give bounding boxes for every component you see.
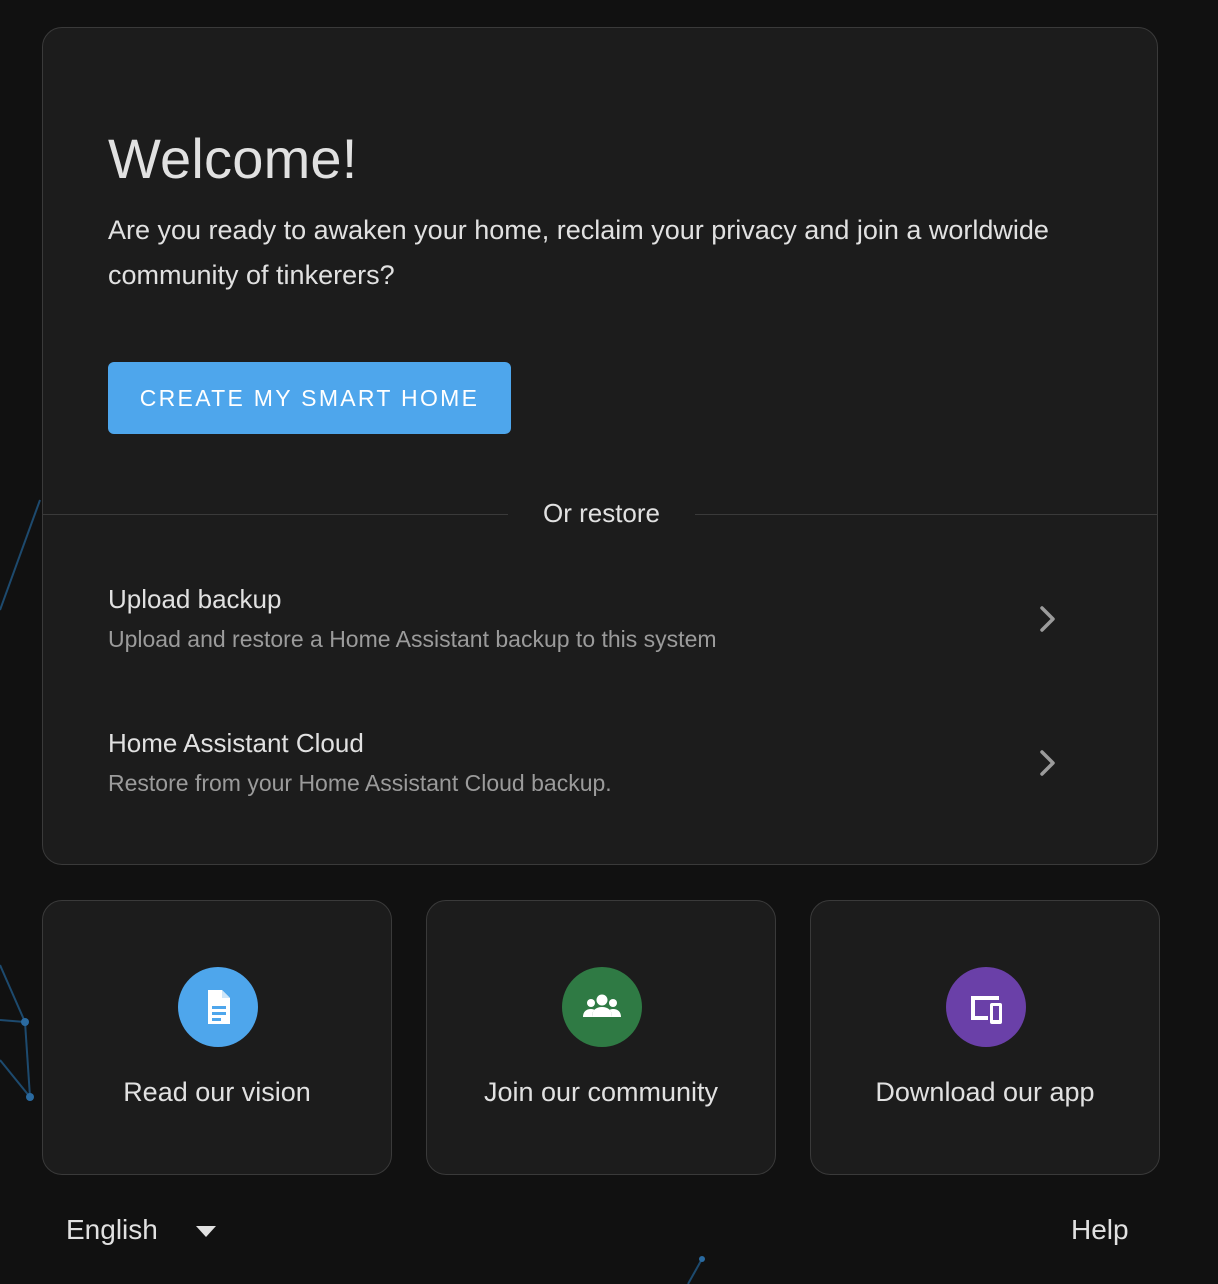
welcome-text: Are you ready to awaken your home, recla… [108,215,1049,290]
document-icon [208,990,230,1024]
join-our-community-label: Join our community [483,1077,719,1107]
dropdown-arrow-icon [196,1226,216,1237]
welcome-title: Welcome! [108,127,358,190]
upload-backup-title: Upload backup [108,584,282,614]
app-icon-circle [946,967,1026,1047]
download-our-app-label: Download our app [875,1077,1095,1107]
upload-backup-item[interactable]: Upload backup Upload and restore a Home … [43,564,1157,674]
vision-icon-circle [178,967,258,1047]
language-label: English [66,1214,158,1245]
upload-backup-description: Upload and restore a Home Assistant back… [108,626,717,652]
cloud-restore-title: Home Assistant Cloud [108,728,364,758]
read-our-vision-label: Read our vision [123,1077,311,1107]
home-assistant-cloud-item[interactable]: Home Assistant Cloud Restore from your H… [43,708,1157,818]
or-restore-label: Or restore [542,498,661,528]
onboarding-card: Welcome! Are you ready to awaken your ho… [42,27,1158,865]
read-our-vision-card[interactable]: Read our vision [42,900,392,1175]
cloud-restore-description: Restore from your Home Assistant Cloud b… [108,770,612,796]
community-icon-circle [562,967,642,1047]
devices-icon [971,996,1002,1024]
join-our-community-card[interactable]: Join our community [426,900,776,1175]
create-my-smart-home-button[interactable]: CREATE MY SMART HOME [108,362,511,434]
divider-left [43,514,508,515]
people-icon [583,994,621,1017]
chevron-right-icon [1040,750,1055,776]
divider-right [695,514,1158,515]
help-link[interactable]: Help [1071,1214,1129,1246]
download-our-app-card[interactable]: Download our app [810,900,1160,1175]
chevron-right-icon [1040,606,1055,632]
